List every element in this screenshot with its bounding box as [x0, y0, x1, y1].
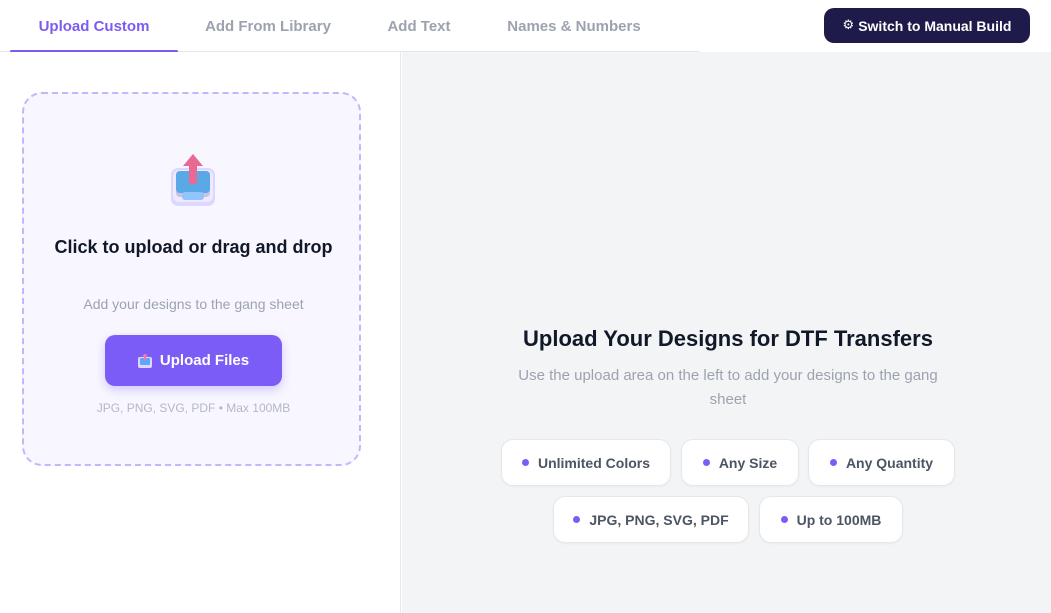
upload-designer: Upload Custom Add From Library Add Text … — [0, 0, 1051, 613]
feature-chip: Any Quantity — [808, 439, 955, 486]
upload-files-button[interactable]: Upload Files — [105, 335, 282, 386]
upload-panel: Click to upload or drag and drop Add you… — [0, 52, 401, 613]
upload-tray-icon — [171, 154, 215, 206]
feature-chip: Up to 100MB — [759, 496, 903, 543]
feature-chip: Any Size — [681, 439, 799, 486]
tab-add-text[interactable]: Add Text — [372, 0, 466, 52]
tab-add-from-library[interactable]: Add From Library — [190, 0, 346, 52]
info-subtitle: Use the upload area on the left to add y… — [518, 367, 938, 408]
tab-bar: Upload Custom Add From Library Add Text … — [0, 0, 700, 53]
feature-label: Up to 100MB — [796, 511, 882, 528]
switch-to-manual-build-button[interactable]: ⚙ Switch to Manual Build — [824, 8, 1030, 43]
upload-files-label: Upload Files — [159, 352, 250, 369]
upload-formats-note: JPG, PNG, SVG, PDF • Max 100MB — [96, 401, 291, 415]
bullet-dot — [829, 459, 837, 466]
bullet-dot — [573, 516, 581, 523]
tab-upload-custom[interactable]: Upload Custom — [10, 0, 178, 53]
gear-icon: ⚙ — [842, 18, 855, 33]
feature-chip: Unlimited Colors — [501, 439, 671, 486]
feature-label: Unlimited Colors — [537, 454, 650, 471]
info-panel: Upload Your Designs for DTF Transfers Us… — [402, 52, 1051, 613]
bullet-dot — [780, 516, 788, 523]
feature-label: JPG, PNG, SVG, PDF — [589, 511, 729, 528]
manual-build-label: Switch to Manual Build — [858, 17, 1012, 34]
tab-names-numbers[interactable]: Names & Numbers — [494, 0, 654, 52]
inbox-upload-icon — [137, 353, 152, 368]
upload-title: Click to upload or drag and drop — [54, 237, 333, 257]
bullet-dot — [702, 459, 710, 466]
bullet-dot — [521, 459, 529, 466]
feature-chip: JPG, PNG, SVG, PDF — [553, 496, 749, 543]
feature-label: Any Quantity — [845, 454, 934, 471]
upload-dropzone[interactable]: Click to upload or drag and drop Add you… — [22, 92, 361, 466]
upload-subtitle: Add your designs to the gang sheet — [83, 296, 304, 312]
feature-label: Any Size — [718, 454, 778, 471]
info-title: Upload Your Designs for DTF Transfers — [523, 326, 933, 351]
